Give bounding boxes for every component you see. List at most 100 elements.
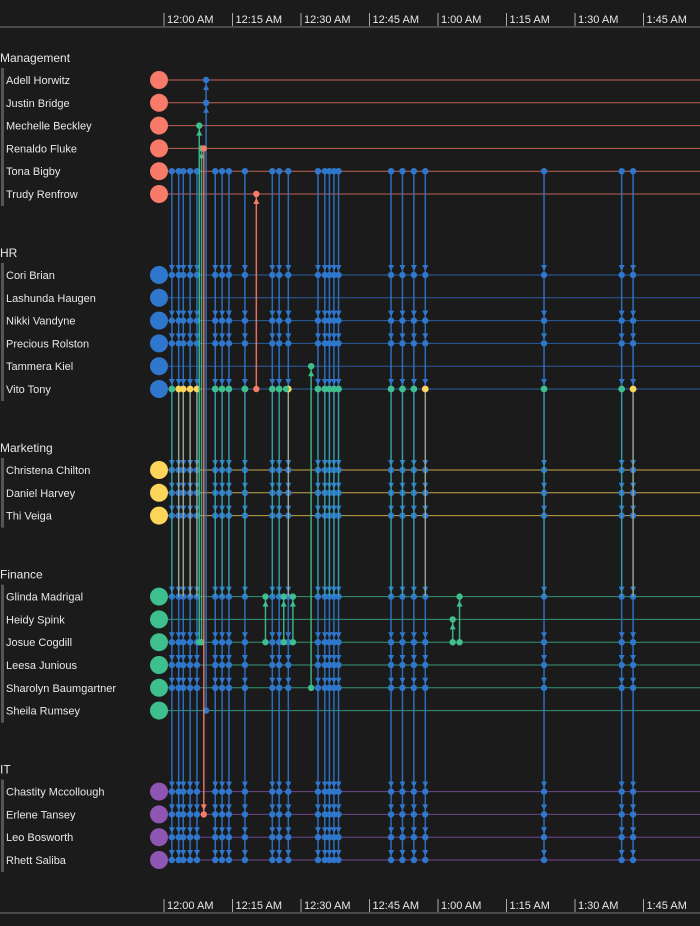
recipient-dot[interactable] — [218, 856, 226, 864]
recipient-dot[interactable] — [314, 661, 322, 669]
recipient-dot[interactable] — [212, 788, 219, 795]
person-node[interactable] — [150, 506, 168, 525]
recipient-dot[interactable] — [629, 385, 637, 393]
person-label[interactable]: Josue Cogdill — [6, 637, 72, 649]
recipient-dot[interactable] — [168, 788, 176, 795]
recipient-dot[interactable] — [218, 834, 226, 841]
recipient-dot[interactable] — [410, 811, 418, 818]
person-label[interactable]: Renaldo Fluke — [6, 143, 77, 155]
recipient-dot[interactable] — [422, 856, 429, 864]
recipient-dot[interactable] — [218, 661, 226, 669]
recipient-dot[interactable] — [618, 385, 626, 393]
person-label[interactable]: Trudy Renfrow — [6, 189, 78, 201]
recipient-dot[interactable] — [168, 811, 176, 818]
recipient-dot[interactable] — [540, 340, 548, 347]
recipient-dot[interactable] — [314, 834, 322, 841]
recipient-dot[interactable] — [335, 788, 342, 795]
recipient-dot[interactable] — [275, 661, 283, 669]
person-label[interactable]: Adell Horwitz — [6, 75, 70, 87]
recipient-dot[interactable] — [186, 811, 194, 818]
recipient-dot[interactable] — [314, 340, 322, 347]
recipient-dot[interactable] — [186, 834, 194, 841]
recipient-dot[interactable] — [314, 788, 322, 795]
recipient-dot[interactable] — [212, 684, 219, 691]
sender-dot[interactable] — [629, 168, 637, 175]
sender-dot[interactable] — [241, 168, 249, 175]
recipient-dot[interactable] — [399, 811, 406, 818]
recipient-dot[interactable] — [540, 385, 548, 393]
person-label[interactable]: Christena Chilton — [6, 465, 90, 477]
recipient-dot[interactable] — [387, 340, 395, 347]
recipient-dot[interactable] — [314, 856, 322, 864]
person-node[interactable] — [150, 185, 168, 203]
recipient-dot[interactable] — [168, 340, 176, 347]
recipient-dot[interactable] — [269, 856, 276, 864]
recipient-dot[interactable] — [618, 684, 625, 691]
recipient-dot[interactable] — [618, 271, 625, 279]
person-label[interactable]: Chastity Mccollough — [6, 787, 104, 799]
recipient-dot[interactable] — [422, 317, 429, 324]
recipient-dot[interactable] — [540, 684, 548, 691]
recipient-dot[interactable] — [629, 834, 637, 841]
recipient-dot[interactable] — [335, 639, 342, 646]
person-label[interactable]: Vito Tony — [6, 384, 51, 396]
recipient-dot[interactable] — [241, 639, 249, 646]
recipient-dot[interactable] — [618, 856, 625, 864]
recipient-dot[interactable] — [410, 788, 418, 795]
recipient-dot[interactable] — [629, 684, 637, 691]
recipient-dot[interactable] — [186, 856, 194, 864]
recipient-dot[interactable] — [241, 317, 249, 324]
recipient-dot[interactable] — [629, 271, 637, 279]
recipient-dot[interactable] — [241, 340, 249, 347]
recipient-dot[interactable] — [225, 639, 233, 646]
recipient-dot[interactable] — [211, 385, 219, 393]
recipient-dot[interactable] — [280, 593, 287, 600]
sender-dot[interactable] — [618, 168, 625, 175]
recipient-dot[interactable] — [422, 834, 429, 841]
person-label[interactable]: Tammera Kiel — [6, 361, 73, 373]
recipient-dot[interactable] — [186, 271, 194, 279]
recipient-dot[interactable] — [241, 788, 249, 795]
recipient-dot[interactable] — [335, 811, 342, 818]
recipient-dot[interactable] — [618, 788, 625, 795]
person-node[interactable] — [150, 805, 168, 824]
recipient-dot[interactable] — [387, 317, 395, 324]
recipient-dot[interactable] — [186, 317, 194, 324]
person-node[interactable] — [150, 483, 168, 502]
recipient-dot[interactable] — [540, 856, 548, 864]
recipient-dot[interactable] — [180, 856, 187, 864]
recipient-dot[interactable] — [225, 661, 233, 669]
recipient-dot[interactable] — [186, 639, 194, 646]
recipient-dot[interactable] — [269, 788, 276, 795]
recipient-dot[interactable] — [449, 616, 456, 623]
recipient-dot[interactable] — [387, 385, 395, 393]
recipient-dot[interactable] — [387, 684, 395, 691]
recipient-dot[interactable] — [618, 639, 625, 646]
recipient-dot[interactable] — [422, 340, 429, 347]
recipient-dot[interactable] — [241, 661, 249, 669]
person-node[interactable] — [150, 851, 168, 869]
sender-dot[interactable] — [387, 168, 395, 175]
recipient-dot[interactable] — [540, 271, 548, 279]
recipient-dot[interactable] — [179, 385, 187, 393]
recipient-dot[interactable] — [410, 661, 418, 669]
recipient-dot[interactable] — [180, 639, 187, 646]
recipient-dot[interactable] — [269, 834, 276, 841]
recipient-dot[interactable] — [212, 271, 219, 279]
recipient-dot[interactable] — [262, 593, 269, 600]
recipient-dot[interactable] — [269, 340, 276, 347]
recipient-dot[interactable] — [275, 834, 283, 841]
person-label[interactable]: Erlene Tansey — [6, 809, 76, 821]
recipient-dot[interactable] — [241, 811, 249, 818]
recipient-dot[interactable] — [314, 811, 322, 818]
recipient-dot[interactable] — [540, 811, 548, 818]
recipient-dot[interactable] — [629, 340, 637, 347]
recipient-dot[interactable] — [335, 856, 342, 864]
recipient-dot[interactable] — [314, 385, 322, 393]
recipient-dot[interactable] — [410, 385, 418, 393]
recipient-dot[interactable] — [269, 271, 276, 279]
recipient-dot[interactable] — [269, 811, 276, 818]
recipient-dot[interactable] — [241, 856, 249, 864]
recipient-dot[interactable] — [180, 661, 187, 669]
recipient-dot[interactable] — [180, 834, 187, 841]
